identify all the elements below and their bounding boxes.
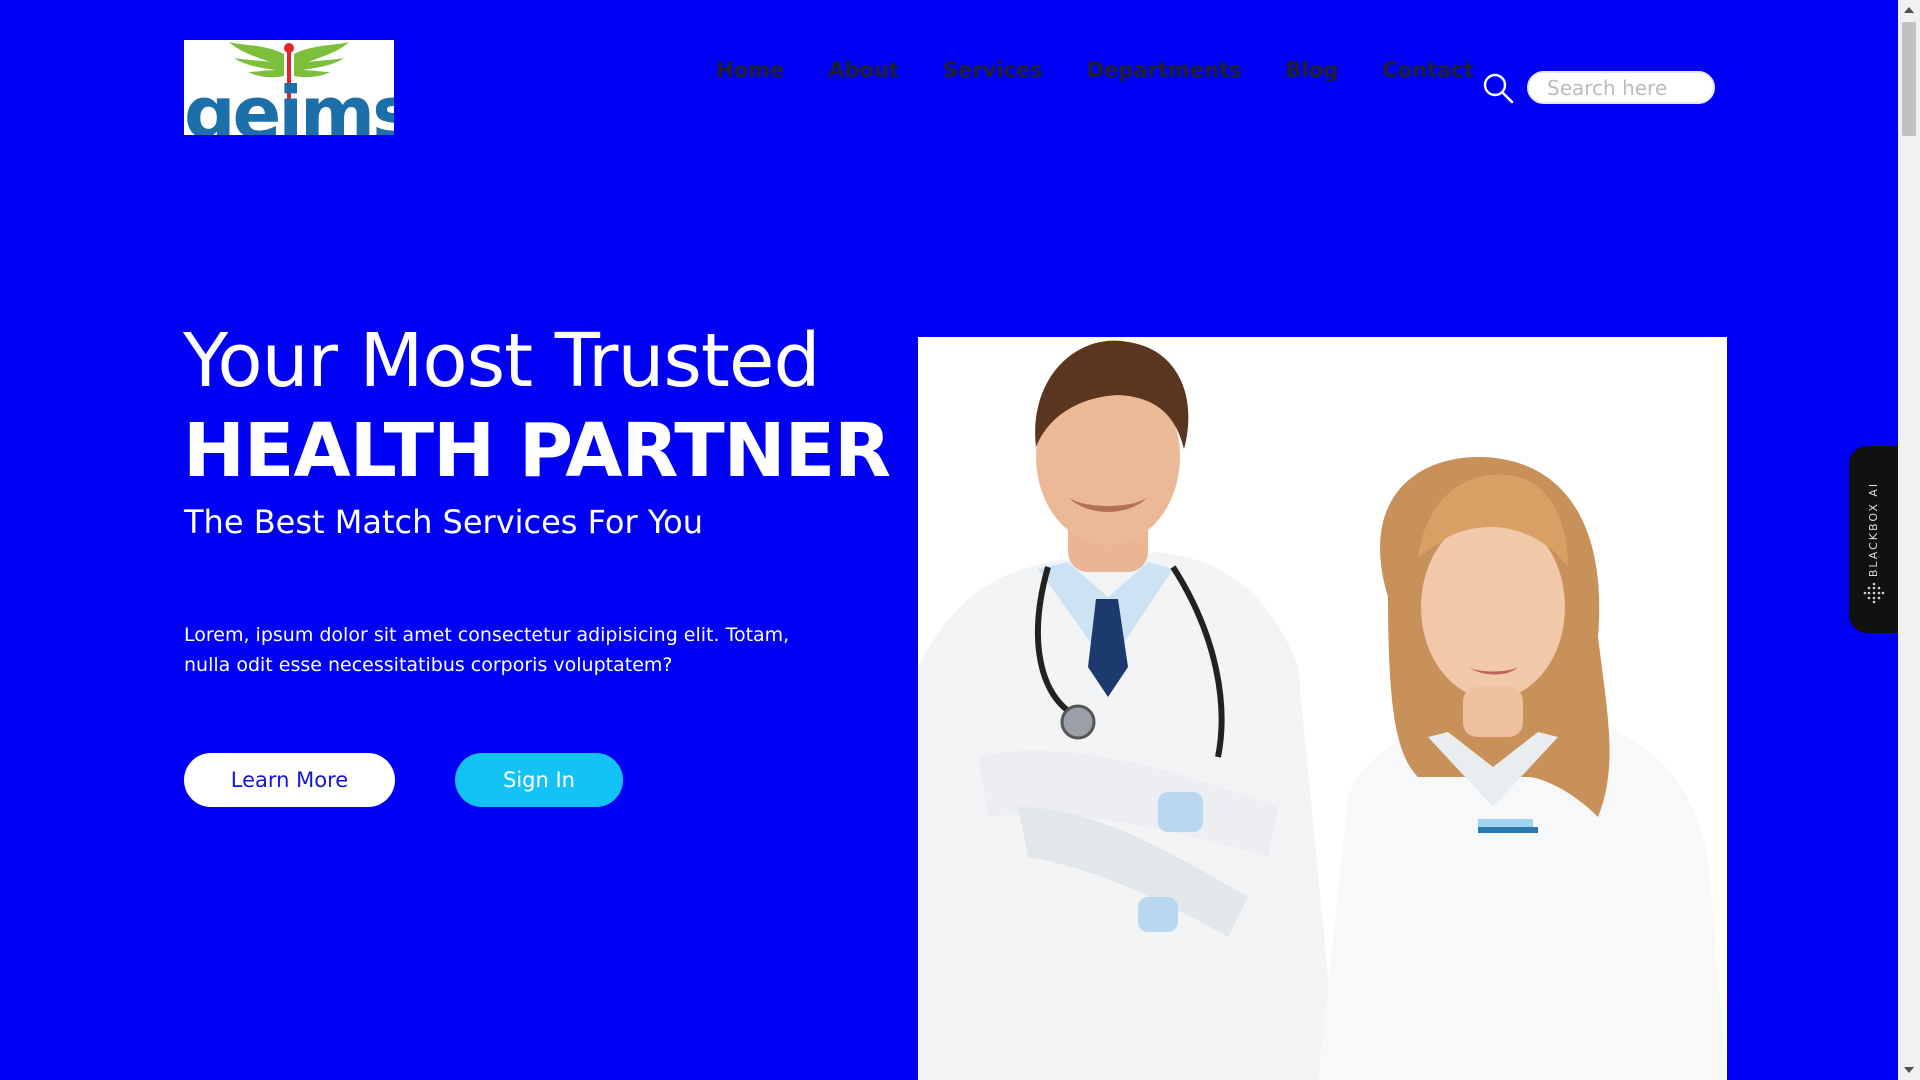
- doctors-illustration: [918, 337, 1727, 1080]
- nav-item-contact[interactable]: Contact: [1382, 58, 1474, 82]
- blackbox-dots-icon: [1863, 582, 1885, 604]
- hero-title-line1: Your Most Trusted: [183, 318, 820, 404]
- hero-doctors-image: [918, 337, 1727, 1080]
- vertical-scrollbar[interactable]: [1898, 0, 1920, 1080]
- logo-wordmark: geims: [184, 71, 394, 135]
- nav-item-departments[interactable]: Departments: [1087, 58, 1242, 82]
- scroll-up-arrow-icon[interactable]: [1898, 0, 1920, 20]
- nav-item-about[interactable]: About: [828, 58, 899, 82]
- learn-more-button[interactable]: Learn More: [184, 753, 395, 807]
- site-logo[interactable]: geims: [184, 40, 394, 135]
- search-icon[interactable]: [1482, 72, 1514, 104]
- blackbox-ai-tab[interactable]: BLACKBOX AI: [1849, 446, 1898, 633]
- page: geims Home About Services Departments Bl…: [0, 0, 1898, 1080]
- hero-title-line2: HEALTH PARTNER: [183, 408, 891, 494]
- nav-item-services[interactable]: Services: [943, 58, 1043, 82]
- search-input[interactable]: [1527, 71, 1715, 104]
- nav-item-blog[interactable]: Blog: [1286, 58, 1339, 82]
- blackbox-ai-label-wrap: BLACKBOX AI: [1855, 474, 1892, 584]
- main-nav: Home About Services Departments Blog Con…: [716, 58, 1474, 82]
- nav-item-home[interactable]: Home: [716, 58, 784, 82]
- scroll-down-arrow-icon[interactable]: [1898, 1060, 1920, 1080]
- sign-in-button[interactable]: Sign In: [455, 753, 623, 807]
- hero-subtitle: The Best Match Services For You: [184, 503, 703, 541]
- hero-description: Lorem, ipsum dolor sit amet consectetur …: [184, 624, 790, 676]
- scrollbar-thumb[interactable]: [1902, 22, 1916, 136]
- blackbox-ai-label: BLACKBOX AI: [1867, 481, 1881, 577]
